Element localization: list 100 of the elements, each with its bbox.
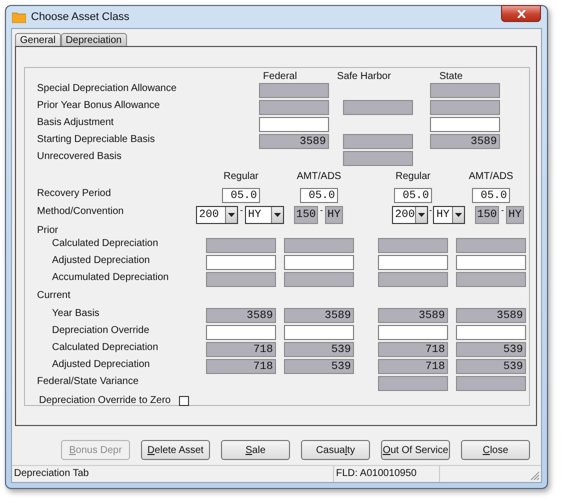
field-label: Method/Convention bbox=[37, 206, 125, 217]
input-field[interactable]: 05.0 bbox=[472, 188, 510, 203]
action-button[interactable]: Sale bbox=[221, 440, 290, 460]
readonly-field bbox=[284, 272, 354, 287]
readonly-field: 539 bbox=[284, 359, 354, 374]
readonly-field bbox=[284, 238, 354, 253]
readonly-field: 150 bbox=[294, 206, 318, 224]
field-label: Prior Year Bonus Allowance bbox=[37, 100, 161, 111]
input-field[interactable] bbox=[378, 255, 448, 270]
readonly-field bbox=[456, 272, 526, 287]
resize-grip-icon bbox=[530, 471, 540, 481]
readonly-field: 3589 bbox=[206, 308, 276, 323]
close-icon bbox=[516, 10, 526, 18]
dropdown[interactable]: 200 bbox=[196, 206, 238, 224]
readonly-field bbox=[456, 376, 526, 391]
readonly-field: 718 bbox=[378, 342, 448, 357]
column-header: AMT/ADS bbox=[468, 171, 514, 184]
readonly-field bbox=[259, 83, 329, 98]
readonly-field bbox=[430, 83, 500, 98]
column-header: State bbox=[438, 71, 464, 83]
readonly-field: 718 bbox=[206, 359, 276, 374]
readonly-field bbox=[378, 238, 448, 253]
readonly-field bbox=[206, 272, 276, 287]
checkbox-label: Depreciation Override to Zero bbox=[39, 395, 171, 406]
tab[interactable]: General bbox=[15, 33, 61, 47]
window-title: Choose Asset Class bbox=[31, 11, 130, 23]
column-header: AMT/ADS bbox=[296, 171, 342, 184]
readonly-field: 3589 bbox=[456, 308, 526, 323]
readonly-field bbox=[259, 100, 329, 115]
readonly-field bbox=[456, 238, 526, 253]
tab[interactable]: Depreciation bbox=[60, 33, 127, 47]
caret-icon bbox=[274, 213, 281, 217]
column-header: Regular bbox=[222, 171, 260, 184]
readonly-field bbox=[378, 272, 448, 287]
input-field[interactable] bbox=[430, 117, 500, 132]
input-field[interactable] bbox=[456, 325, 526, 340]
readonly-field bbox=[343, 100, 413, 115]
caret-icon bbox=[455, 213, 462, 217]
field-label: Federal/State Variance bbox=[37, 376, 140, 387]
dropdown[interactable]: 200 bbox=[392, 206, 428, 224]
status-text: Depreciation Tab bbox=[12, 466, 334, 482]
readonly-field: 3589 bbox=[284, 308, 354, 323]
field-label: Year Basis bbox=[51, 308, 100, 319]
field-label: Adjusted Depreciation bbox=[51, 255, 151, 266]
field-label: Calculated Depreciation bbox=[51, 342, 160, 353]
action-button[interactable]: Out Of Service bbox=[381, 440, 450, 460]
readonly-field: 3589 bbox=[259, 134, 329, 149]
readonly-field bbox=[206, 238, 276, 253]
readonly-field: 718 bbox=[378, 359, 448, 374]
column-header: Safe Harbor bbox=[336, 71, 392, 83]
input-field[interactable] bbox=[284, 325, 354, 340]
readonly-field bbox=[430, 100, 500, 115]
readonly-field: 3589 bbox=[430, 134, 500, 149]
readonly-field: 539 bbox=[456, 359, 526, 374]
field-label: Unrecovered Basis bbox=[37, 151, 122, 162]
readonly-field: 3589 bbox=[378, 308, 448, 323]
caret-icon bbox=[228, 213, 235, 217]
folder-icon bbox=[12, 11, 26, 23]
action-button[interactable]: Delete Asset bbox=[141, 440, 210, 460]
input-field[interactable] bbox=[378, 325, 448, 340]
readonly-field: HY bbox=[506, 206, 524, 224]
dropdown[interactable]: HY bbox=[433, 206, 465, 224]
input-field[interactable]: 05.0 bbox=[394, 188, 432, 203]
input-field[interactable]: 05.0 bbox=[300, 188, 338, 203]
readonly-field: HY bbox=[325, 206, 343, 224]
separator: - bbox=[239, 206, 244, 214]
input-field[interactable]: 05.0 bbox=[222, 188, 260, 203]
readonly-field: 539 bbox=[456, 342, 526, 357]
input-field[interactable] bbox=[206, 255, 276, 270]
checkbox[interactable] bbox=[178, 396, 189, 406]
field-label: Special Depreciation Allowance bbox=[37, 83, 178, 94]
input-field[interactable] bbox=[206, 325, 276, 340]
readonly-field: 539 bbox=[284, 342, 354, 357]
dropdown[interactable]: HY bbox=[245, 206, 284, 224]
field-label: Adjusted Depreciation bbox=[51, 359, 151, 370]
readonly-field: 150 bbox=[475, 206, 499, 224]
readonly-field: 718 bbox=[206, 342, 276, 357]
close-button[interactable] bbox=[501, 5, 541, 22]
input-field[interactable] bbox=[284, 255, 354, 270]
caret-icon bbox=[418, 213, 425, 217]
separator: - bbox=[319, 206, 324, 214]
field-label: Recovery Period bbox=[37, 188, 112, 199]
field-label: Depreciation Override bbox=[51, 325, 150, 336]
separator: - bbox=[428, 206, 434, 214]
input-field[interactable] bbox=[456, 255, 526, 270]
section-label: Current bbox=[37, 290, 70, 301]
field-label: Accumulated Depreciation bbox=[51, 272, 170, 283]
field-label: Basis Adjustment bbox=[37, 117, 115, 128]
readonly-field bbox=[378, 376, 448, 391]
separator: - bbox=[500, 206, 505, 214]
readonly-field bbox=[343, 134, 413, 149]
column-header: Federal bbox=[262, 71, 298, 83]
action-button[interactable]: Close bbox=[461, 440, 530, 460]
field-label: Calculated Depreciation bbox=[51, 238, 160, 249]
field-label: Starting Depreciable Basis bbox=[37, 134, 156, 145]
readonly-field bbox=[343, 151, 413, 166]
input-field[interactable] bbox=[259, 117, 329, 132]
action-button[interactable]: Casualty bbox=[301, 440, 370, 460]
column-header: Regular bbox=[394, 171, 432, 184]
status-text: FLD: A010010950 bbox=[334, 466, 440, 482]
